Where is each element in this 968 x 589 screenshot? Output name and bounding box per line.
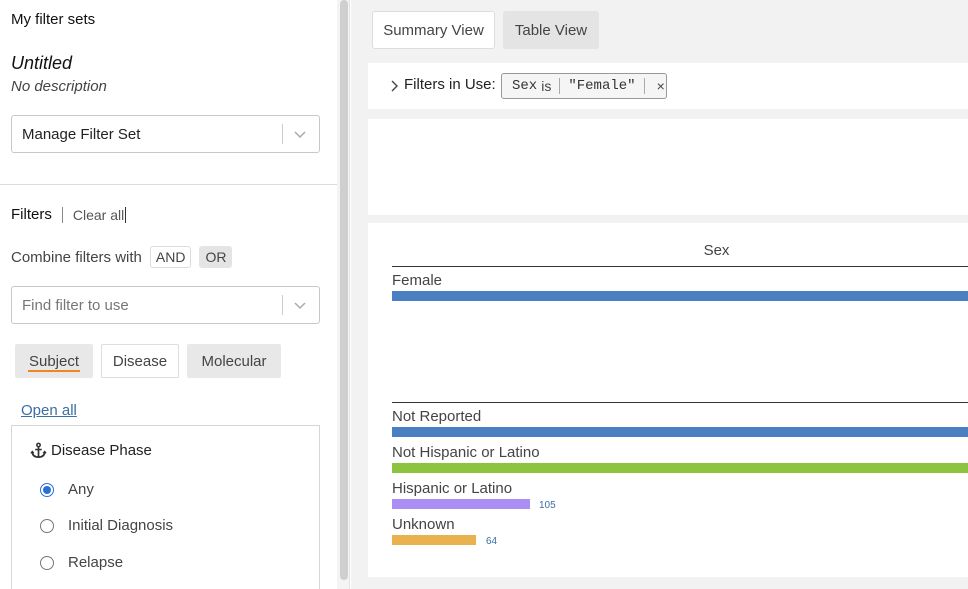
summary-card-blank bbox=[368, 119, 968, 215]
radio-button[interactable] bbox=[40, 555, 54, 570]
filter-pill-operator: is bbox=[541, 78, 552, 94]
bar-label-hispanic: Hispanic or Latino bbox=[392, 480, 513, 497]
radio-option-any[interactable]: Any bbox=[40, 481, 94, 498]
clear-all-button[interactable]: Clear all bbox=[73, 207, 124, 223]
table-view-button[interactable]: Table View bbox=[503, 11, 599, 49]
find-filter-select[interactable]: Find filter to use bbox=[11, 286, 320, 324]
tab-subject[interactable]: Subject bbox=[15, 344, 93, 378]
bar-value-unknown: 64 bbox=[486, 536, 498, 547]
sex-chart-title: Sex bbox=[703, 242, 730, 259]
filter-pill-value: "Female" bbox=[568, 78, 636, 94]
combine-filters-row: Combine filters with AND OR bbox=[11, 246, 233, 268]
radio-button[interactable] bbox=[40, 518, 54, 533]
and-button[interactable]: AND bbox=[149, 246, 192, 268]
or-button[interactable]: OR bbox=[199, 246, 233, 268]
filters-header: Filters Clear all bbox=[11, 206, 127, 223]
chevron-down-icon bbox=[294, 302, 306, 310]
bar-not-reported[interactable] bbox=[392, 427, 968, 437]
select-separator bbox=[282, 295, 283, 315]
radio-option-initial-diagnosis[interactable]: Initial Diagnosis bbox=[40, 517, 173, 534]
radio-option-relapse[interactable]: Relapse bbox=[40, 554, 123, 571]
manage-filter-set-select[interactable]: Manage Filter Set bbox=[11, 115, 320, 153]
tab-molecular-label: Molecular bbox=[201, 352, 267, 370]
combine-filters-label: Combine filters with bbox=[11, 248, 142, 266]
summary-view-button[interactable]: Summary View bbox=[372, 11, 495, 49]
disease-phase-title: Disease Phase bbox=[51, 442, 152, 459]
filter-sets-title: My filter sets bbox=[11, 11, 96, 28]
disease-phase-filter: Disease Phase Any Initial Diagnosis Rela… bbox=[11, 425, 320, 589]
select-separator bbox=[282, 124, 283, 144]
tab-subject-label: Subject bbox=[28, 352, 80, 370]
filters-divider bbox=[61, 206, 63, 223]
bar-hispanic[interactable] bbox=[392, 499, 530, 509]
tab-disease[interactable]: Disease bbox=[101, 344, 179, 378]
active-tab-underline bbox=[28, 370, 80, 372]
tab-disease-label: Disease bbox=[112, 352, 168, 370]
open-all-link[interactable]: Open all bbox=[21, 402, 77, 419]
filters-in-use-bar: Filters in Use: Sex is "Female" × bbox=[368, 63, 968, 109]
scrollbar-thumb[interactable] bbox=[340, 0, 348, 580]
radio-label: Initial Diagnosis bbox=[68, 517, 174, 534]
tab-molecular[interactable]: Molecular bbox=[187, 344, 281, 378]
close-icon[interactable]: × bbox=[657, 78, 665, 94]
chart-divider bbox=[392, 266, 968, 267]
filters-label: Filters bbox=[11, 206, 52, 223]
bar-unknown[interactable] bbox=[392, 535, 476, 545]
text-cursor bbox=[125, 206, 127, 223]
bar-label-unknown: Unknown bbox=[392, 516, 455, 533]
filter-pill-divider bbox=[559, 78, 561, 94]
disease-phase-header[interactable]: Disease Phase bbox=[30, 442, 152, 459]
radio-label: Any bbox=[68, 481, 94, 498]
anchor-icon bbox=[30, 442, 47, 458]
bar-label-female: Female bbox=[392, 272, 443, 289]
bar-female[interactable] bbox=[392, 291, 968, 301]
filter-set-name: Untitled bbox=[11, 53, 73, 73]
chart-card bbox=[368, 223, 968, 577]
chevron-down-icon bbox=[294, 131, 306, 139]
filter-panel: My filter sets Untitled No description M… bbox=[0, 0, 337, 589]
chevron-right-icon[interactable] bbox=[389, 80, 399, 92]
filter-set-description: No description bbox=[11, 78, 107, 95]
filter-pill-divider bbox=[643, 78, 645, 94]
bar-label-not-hispanic: Not Hispanic or Latino bbox=[392, 444, 540, 461]
bar-value-hispanic: 105 bbox=[539, 500, 556, 511]
filters-in-use-label: Filters in Use: bbox=[404, 76, 496, 93]
bar-not-hispanic[interactable] bbox=[392, 463, 968, 473]
radio-label: Relapse bbox=[68, 554, 124, 571]
panel-divider bbox=[0, 184, 337, 185]
bar-label-not-reported: Not Reported bbox=[392, 408, 482, 425]
manage-filter-set-label: Manage Filter Set bbox=[22, 125, 141, 143]
filter-pill[interactable]: Sex is "Female" × bbox=[501, 73, 667, 99]
filter-pill-field: Sex bbox=[512, 78, 538, 94]
explorer-panel: Summary View Table View Filters in Use: … bbox=[351, 0, 968, 589]
chart-divider bbox=[392, 402, 968, 403]
find-filter-placeholder: Find filter to use bbox=[22, 296, 129, 314]
radio-button[interactable] bbox=[40, 482, 54, 497]
